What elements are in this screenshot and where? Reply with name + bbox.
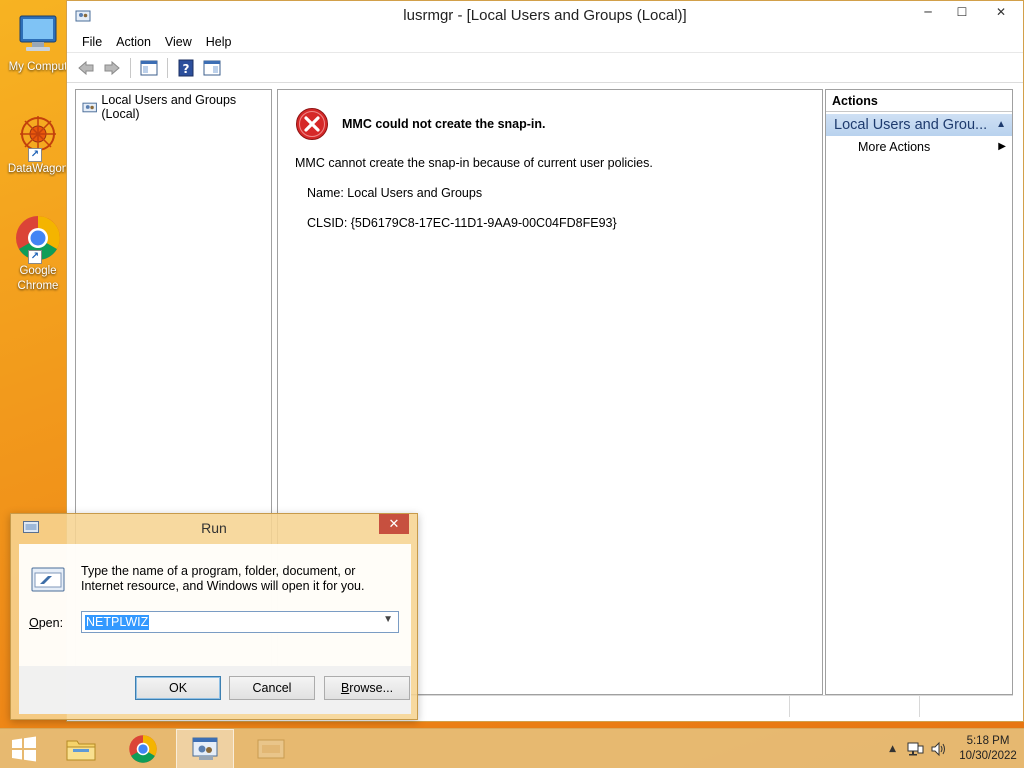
run-icon bbox=[31, 567, 65, 592]
open-combobox[interactable]: NETPLWIZ ▼ bbox=[81, 611, 399, 633]
error-icon bbox=[296, 108, 328, 140]
actions-group-label: Local Users and Grou... bbox=[834, 117, 988, 133]
run-title-bar[interactable]: Run ✕ bbox=[11, 514, 417, 542]
users-app-icon bbox=[75, 8, 91, 24]
users-app-icon bbox=[192, 737, 218, 760]
help-icon: ? bbox=[178, 59, 194, 76]
browse-label: rowse... bbox=[349, 681, 394, 695]
run-dialog: Run ✕ Type the name of a program, folder… bbox=[10, 513, 418, 720]
maximize-button[interactable]: ☐ bbox=[945, 1, 979, 23]
menu-bar: File Action View Help bbox=[67, 31, 1023, 53]
browse-button[interactable]: Browse... bbox=[324, 676, 410, 700]
forward-arrow-icon bbox=[104, 60, 120, 75]
computer-icon bbox=[14, 10, 62, 58]
shortcut-arrow-icon: ↗ bbox=[28, 148, 42, 162]
actions-group-local-users[interactable]: Local Users and Grou... ▲ bbox=[826, 114, 1012, 136]
title-bar[interactable]: lusrmgr - [Local Users and Groups (Local… bbox=[67, 1, 1023, 31]
cancel-button[interactable]: Cancel bbox=[229, 676, 315, 700]
more-actions-item[interactable]: More Actions ▶ bbox=[826, 136, 1012, 158]
system-tray: ▲ 5:18 PM 10/30/2022 bbox=[889, 729, 1024, 768]
chrome-icon: ↗ bbox=[14, 214, 62, 264]
desktop-icon-my-computer[interactable]: My Comput bbox=[0, 10, 76, 75]
open-label-text: pen: bbox=[38, 616, 64, 630]
show-hidden-icons-chevron-up-icon[interactable]: ▲ bbox=[889, 744, 896, 754]
speaker-volume-icon[interactable] bbox=[930, 741, 948, 757]
desktop-icon-label: My Comput bbox=[8, 61, 68, 73]
desktop-icon-label: DataWagon bbox=[7, 163, 69, 175]
menu-help[interactable]: Help bbox=[199, 31, 239, 52]
snapin-name: Name: Local Users and Groups bbox=[307, 186, 483, 200]
status-bar-section bbox=[920, 696, 1013, 717]
menu-file[interactable]: File bbox=[75, 31, 109, 52]
start-button[interactable] bbox=[0, 729, 48, 768]
open-input-value[interactable]: NETPLWIZ bbox=[85, 614, 150, 630]
open-label: Open: bbox=[29, 616, 63, 630]
menu-action[interactable]: Action bbox=[109, 31, 158, 52]
tree-item-label: Local Users and Groups (Local) bbox=[101, 93, 237, 121]
console-tree-icon bbox=[140, 60, 158, 75]
network-icon[interactable] bbox=[906, 741, 924, 757]
taskbar: ▲ 5:18 PM 10/30/2022 bbox=[0, 728, 1024, 768]
datawagon-icon: ↗ bbox=[14, 112, 62, 162]
clock-date: 10/30/2022 bbox=[959, 750, 1017, 762]
taskbar-run-dialog[interactable] bbox=[242, 729, 300, 768]
desktop-icon-google-chrome[interactable]: ↗ Google Chrome bbox=[0, 214, 76, 294]
run-button-row: OK Cancel Browse... bbox=[19, 666, 411, 714]
error-message: MMC cannot create the snap-in because of… bbox=[295, 156, 653, 170]
shortcut-arrow-icon: ↗ bbox=[28, 250, 42, 264]
submenu-arrow-icon: ▶ bbox=[998, 141, 1006, 152]
menu-view[interactable]: View bbox=[158, 31, 199, 52]
back-arrow-icon bbox=[78, 60, 94, 75]
clock-time: 5:18 PM bbox=[966, 735, 1010, 747]
status-bar-section bbox=[790, 696, 920, 717]
actions-header: Actions bbox=[826, 90, 1012, 112]
desktop-icon-datawagon[interactable]: ↗ DataWagon bbox=[0, 112, 76, 177]
snapin-clsid: CLSID: {5D6179C8-17EC-11D1-9AA9-00C04FD8… bbox=[307, 216, 617, 230]
windows-logo-icon bbox=[12, 736, 36, 762]
help-button[interactable]: ? bbox=[175, 57, 197, 79]
run-app-icon bbox=[257, 739, 285, 759]
toolbar-separator bbox=[167, 57, 168, 78]
chevron-down-icon[interactable]: ▼ bbox=[383, 614, 393, 625]
ok-button[interactable]: OK bbox=[135, 676, 221, 700]
more-actions-label: More Actions bbox=[858, 140, 931, 154]
taskbar-google-chrome[interactable] bbox=[118, 729, 168, 768]
actions-pane: Actions Local Users and Grou... ▲ More A… bbox=[825, 89, 1013, 695]
run-description: Type the name of a program, folder, docu… bbox=[81, 564, 365, 593]
run-dialog-body: Type the name of a program, folder, docu… bbox=[19, 544, 411, 714]
window-title: lusrmgr - [Local Users and Groups (Local… bbox=[403, 7, 687, 24]
minimize-button[interactable]: ─ bbox=[911, 1, 945, 23]
show-hide-console-tree-button[interactable] bbox=[138, 57, 160, 79]
taskbar-file-explorer[interactable] bbox=[56, 729, 106, 768]
error-title: MMC could not create the snap-in. bbox=[342, 117, 546, 131]
close-button[interactable]: ✕ bbox=[979, 1, 1023, 23]
collapse-up-icon[interactable]: ▲ bbox=[996, 114, 1006, 136]
run-title: Run bbox=[201, 520, 227, 536]
run-app-icon bbox=[23, 521, 39, 533]
folder-icon bbox=[66, 740, 96, 761]
chrome-icon bbox=[129, 735, 157, 763]
action-pane-icon bbox=[203, 60, 221, 75]
clock[interactable]: 5:18 PM 10/30/2022 bbox=[952, 734, 1024, 764]
tree-item-local-users-and-groups[interactable]: Local Users and Groups (Local) bbox=[82, 93, 271, 121]
users-group-icon bbox=[82, 102, 97, 113]
desktop-icon-label: Google Chrome bbox=[17, 265, 59, 292]
toolbar-separator bbox=[130, 57, 131, 78]
svg-text:?: ? bbox=[183, 62, 190, 76]
back-button[interactable] bbox=[75, 57, 97, 79]
show-hide-action-pane-button[interactable] bbox=[201, 57, 223, 79]
run-close-button[interactable]: ✕ bbox=[379, 514, 409, 534]
taskbar-lusrmgr[interactable] bbox=[176, 729, 234, 768]
forward-button[interactable] bbox=[101, 57, 123, 79]
toolbar: ? bbox=[67, 53, 1023, 83]
open-label-accelerator: O bbox=[29, 616, 39, 630]
